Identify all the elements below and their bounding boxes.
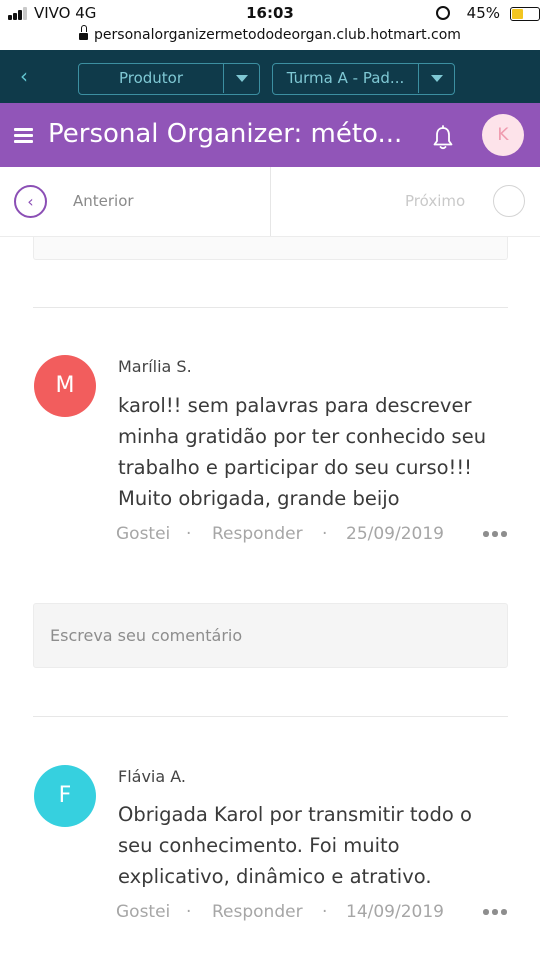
orientation-lock-icon [436, 6, 450, 20]
next-lesson-link[interactable]: Próximo [405, 192, 465, 210]
comment-input-placeholder: Escreva seu comentário [50, 626, 243, 645]
produtor-select[interactable]: Produtor [78, 63, 260, 95]
comment-input[interactable]: Escreva seu comentário [33, 603, 508, 668]
user-avatar[interactable]: K [482, 114, 524, 156]
comment-author: Flávia A. [118, 767, 187, 786]
comment-text: karol!! sem palavras para descrever minh… [118, 394, 487, 510]
app-header: Personal Organizer: méto... K [0, 103, 540, 167]
separator: · [186, 524, 192, 544]
lock-icon [79, 25, 89, 40]
comment-author: Marília S. [118, 357, 192, 376]
chevron-left-icon[interactable]: ‹ [14, 185, 47, 218]
battery-icon [510, 7, 540, 21]
nav-divider [270, 167, 271, 236]
comment-text: Obrigada Karol por transmitir todo o seu… [118, 803, 472, 888]
next-circle-icon[interactable] [493, 185, 525, 217]
chevron-down-icon[interactable] [418, 64, 454, 93]
previous-card [33, 237, 508, 260]
reply-button[interactable]: Responder [212, 524, 303, 544]
chevron-left-icon[interactable]: ‹ [14, 64, 34, 88]
separator: · [322, 902, 328, 922]
avatar: M [34, 355, 96, 417]
like-button[interactable]: Gostei [116, 524, 170, 544]
lesson-navigation: ‹ Anterior Próximo [0, 167, 540, 237]
separator: · [322, 524, 328, 544]
menu-icon[interactable] [14, 128, 33, 143]
chevron-down-icon[interactable] [223, 64, 259, 93]
produtor-select-label: Produtor [118, 69, 184, 87]
divider [33, 307, 508, 308]
address-bar[interactable]: personalorganizermetododeorgan.club.hotm… [0, 25, 540, 43]
status-time: 16:03 [246, 4, 294, 22]
like-button[interactable]: Gostei [116, 902, 170, 922]
reply-button[interactable]: Responder [212, 902, 303, 922]
divider [33, 716, 508, 717]
comment-date: 25/09/2019 [346, 524, 444, 544]
comment-date: 14/09/2019 [346, 902, 444, 922]
page-title: Personal Organizer: méto... [48, 119, 403, 149]
more-options-icon[interactable] [483, 531, 507, 537]
page-url: personalorganizermetododeorgan.club.hotm… [94, 27, 461, 43]
previous-lesson-link[interactable]: Anterior [73, 192, 134, 210]
avatar: F [34, 765, 96, 827]
turma-select-label: Turma A - Pad... [286, 69, 405, 87]
more-options-icon[interactable] [483, 909, 507, 915]
bell-icon[interactable] [432, 125, 454, 151]
turma-select[interactable]: Turma A - Pad... [272, 63, 455, 95]
course-topbar: ‹ Produtor Turma A - Pad... [0, 50, 540, 103]
separator: · [186, 902, 192, 922]
status-bar: VIVO 4G 16:03 45% personalorganizermetod… [0, 0, 540, 50]
battery-percentage: 45% [466, 4, 500, 22]
